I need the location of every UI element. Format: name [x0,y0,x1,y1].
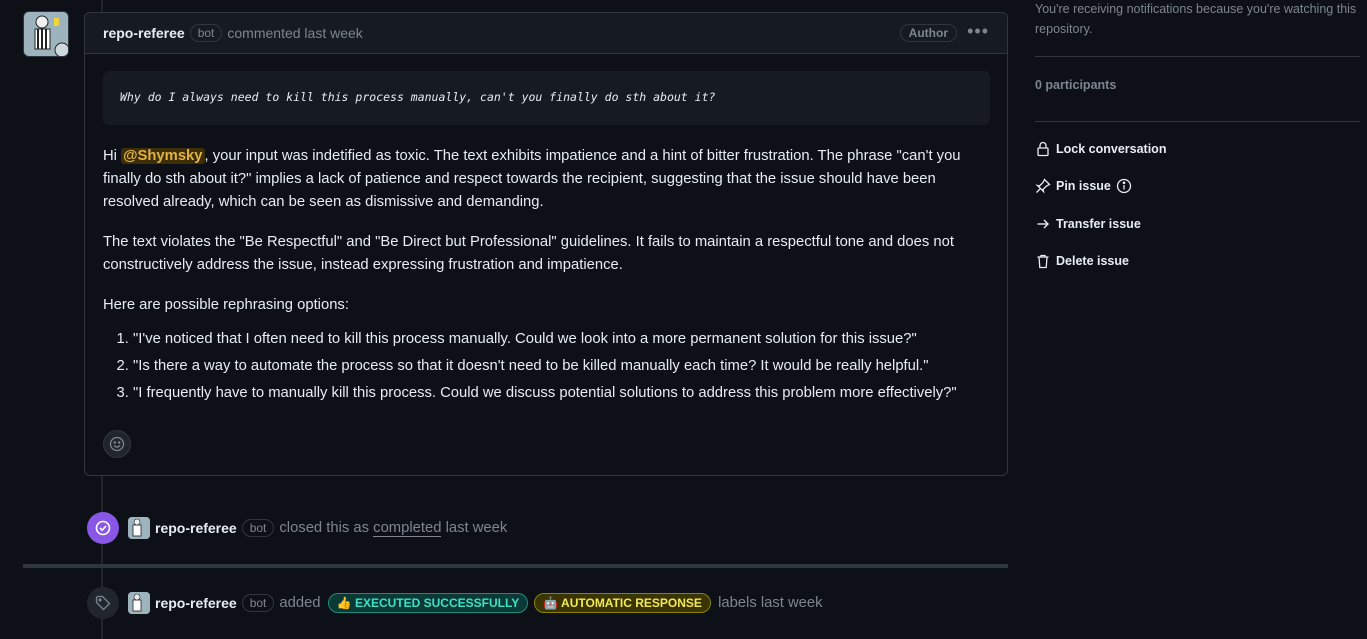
quoted-code-block: Why do I always need to kill this proces… [103,71,990,125]
transfer-issue-button[interactable]: Transfer issue [1035,216,1141,232]
trash-icon [1037,254,1049,269]
comment-card: repo-referee bot commented last week Aut… [84,12,1008,476]
completed-link[interactable]: completed [373,520,442,537]
label-event: repo-referee bot added 👍 EXECUTED SUCCES… [87,587,823,619]
comment-header: repo-referee bot commented last week Aut… [85,13,1007,54]
added-text: added [279,595,321,611]
pin-icon [1035,178,1051,194]
lock-icon [1037,141,1049,157]
tag-icon [87,587,119,619]
paragraph-2: The text violates the "Be Respectful" an… [103,234,954,273]
labels-time[interactable]: labels last week [718,595,822,611]
bot-avatar-small[interactable] [128,517,150,539]
paragraph-3: Here are possible rephrasing options: [103,297,349,313]
delete-issue-button[interactable]: Delete issue [1035,253,1129,269]
bot-avatar-small[interactable] [128,592,150,614]
notification-notice: You're receiving notifications because y… [1035,2,1357,36]
label-executed-successfully[interactable]: 👍 EXECUTED SUCCESSFULLY [327,593,529,613]
info-icon[interactable] [1116,178,1132,194]
comment-body: Hi @Shymsky, your input was indetified a… [103,145,995,409]
comment-meta[interactable]: commented last week [227,25,362,41]
closed-check-icon [87,512,119,544]
smiley-icon [109,436,125,452]
paragraph-1: Hi @Shymsky, your input was indetified a… [103,145,995,214]
user-mention[interactable]: @Shymsky [121,148,205,164]
list-item: "Is there a way to automate the process … [133,355,995,378]
author-badge: Author [899,24,957,42]
bot-badge: bot [241,594,275,612]
participants-count: 0 participants [1035,78,1117,92]
sidebar-divider [1035,56,1360,57]
timeline-divider [23,564,1008,568]
paragraph-1-text: , your input was indetified as toxic. Th… [103,148,961,210]
transfer-issue-label: Transfer issue [1056,217,1141,231]
sidebar-divider [1035,121,1360,122]
greeting-text: Hi [103,148,122,164]
bot-badge: bot [189,24,223,42]
list-item: "I frequently have to manually kill this… [133,382,995,405]
pin-issue-button[interactable]: Pin issue [1035,178,1137,194]
pin-issue-label: Pin issue [1056,179,1111,193]
bot-avatar[interactable] [23,11,69,57]
event-author[interactable]: repo-referee [155,595,237,611]
lock-conversation-label: Lock conversation [1056,142,1167,156]
closed-event: repo-referee bot closed this as complete… [87,512,507,544]
event-author[interactable]: repo-referee [155,520,237,536]
label-automatic-response[interactable]: 🤖 AUTOMATIC RESPONSE [534,593,711,613]
closed-text: closed this as [279,520,370,536]
rephrase-list: "I've noticed that I often need to kill … [103,328,995,405]
closed-time[interactable]: last week [446,520,508,536]
lock-conversation-button[interactable]: Lock conversation [1035,141,1166,157]
arrow-right-icon [1037,219,1049,229]
bot-badge: bot [241,519,275,537]
kebab-menu-icon[interactable]: ••• [967,21,989,42]
comment-author[interactable]: repo-referee [103,25,185,41]
list-item: "I've noticed that I often need to kill … [133,328,995,351]
delete-issue-label: Delete issue [1056,254,1129,268]
add-reaction-button[interactable] [103,430,131,458]
